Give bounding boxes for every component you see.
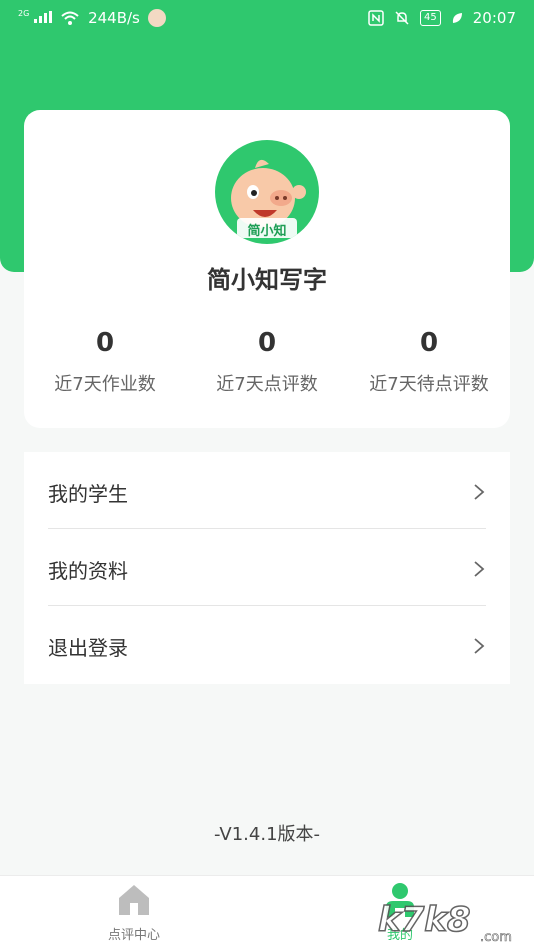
stat-label: 近7天点评数	[216, 374, 318, 395]
nfc-icon	[368, 10, 384, 26]
network-indicator: 2G	[18, 9, 53, 27]
stats-row: 0 近7天作业数 0 近7天点评数 0 近7天待点评数	[24, 328, 510, 396]
menu-item-logout[interactable]: 退出登录	[48, 608, 486, 684]
stat-pending-review-count: 0 近7天待点评数	[348, 328, 510, 396]
status-bar: 2G 244B/s 45 20:07	[0, 0, 534, 36]
chevron-right-icon	[474, 638, 485, 654]
menu-card: 我的学生 我的资料 退出登录	[24, 452, 510, 684]
stat-value: 0	[257, 328, 277, 358]
profile-card: 简小知 简小知写字 0 近7天作业数 0 近7天点评数 0 近7天待点评数	[24, 110, 510, 428]
stat-review-count: 0 近7天点评数	[186, 328, 348, 396]
menu-item-my-profile[interactable]: 我的资料	[48, 531, 486, 607]
stat-label: 近7天作业数	[54, 374, 156, 395]
stat-value: 0	[95, 328, 115, 358]
chevron-right-icon	[474, 561, 485, 577]
watermark-logo: k7k8 .com	[377, 899, 512, 945]
chevron-right-icon	[474, 484, 485, 500]
menu-item-my-students[interactable]: 我的学生	[48, 454, 486, 530]
stat-homework-count: 0 近7天作业数	[24, 328, 186, 396]
home-icon	[119, 885, 149, 915]
tab-label: 点评中心	[107, 928, 160, 943]
svg-text:k7k8: k7k8	[378, 900, 471, 940]
stat-label: 近7天待点评数	[369, 374, 489, 395]
signal-icon	[34, 11, 53, 23]
menu-item-label: 退出登录	[48, 635, 128, 660]
leaf-icon	[452, 13, 462, 23]
menu-item-label: 我的学生	[48, 481, 128, 506]
mute-bell-icon	[395, 11, 409, 25]
avatar-label: 简小知	[247, 224, 287, 239]
svg-text:.com: .com	[480, 930, 512, 945]
app-notification-icon	[147, 9, 166, 27]
clock: 20:07	[472, 9, 516, 27]
divider	[48, 605, 486, 606]
tab-review-center[interactable]: 点评中心	[74, 876, 194, 949]
wifi-icon	[61, 11, 79, 25]
avatar[interactable]: 简小知	[215, 140, 319, 244]
menu-item-label: 我的资料	[48, 558, 128, 583]
stat-value: 0	[419, 328, 439, 358]
network-speed: 244B/s	[88, 9, 140, 27]
battery-icon: 45	[420, 10, 441, 26]
user-name: 简小知写字	[207, 266, 327, 294]
divider	[48, 528, 486, 529]
version-label: -V1.4.1版本-	[213, 824, 321, 845]
